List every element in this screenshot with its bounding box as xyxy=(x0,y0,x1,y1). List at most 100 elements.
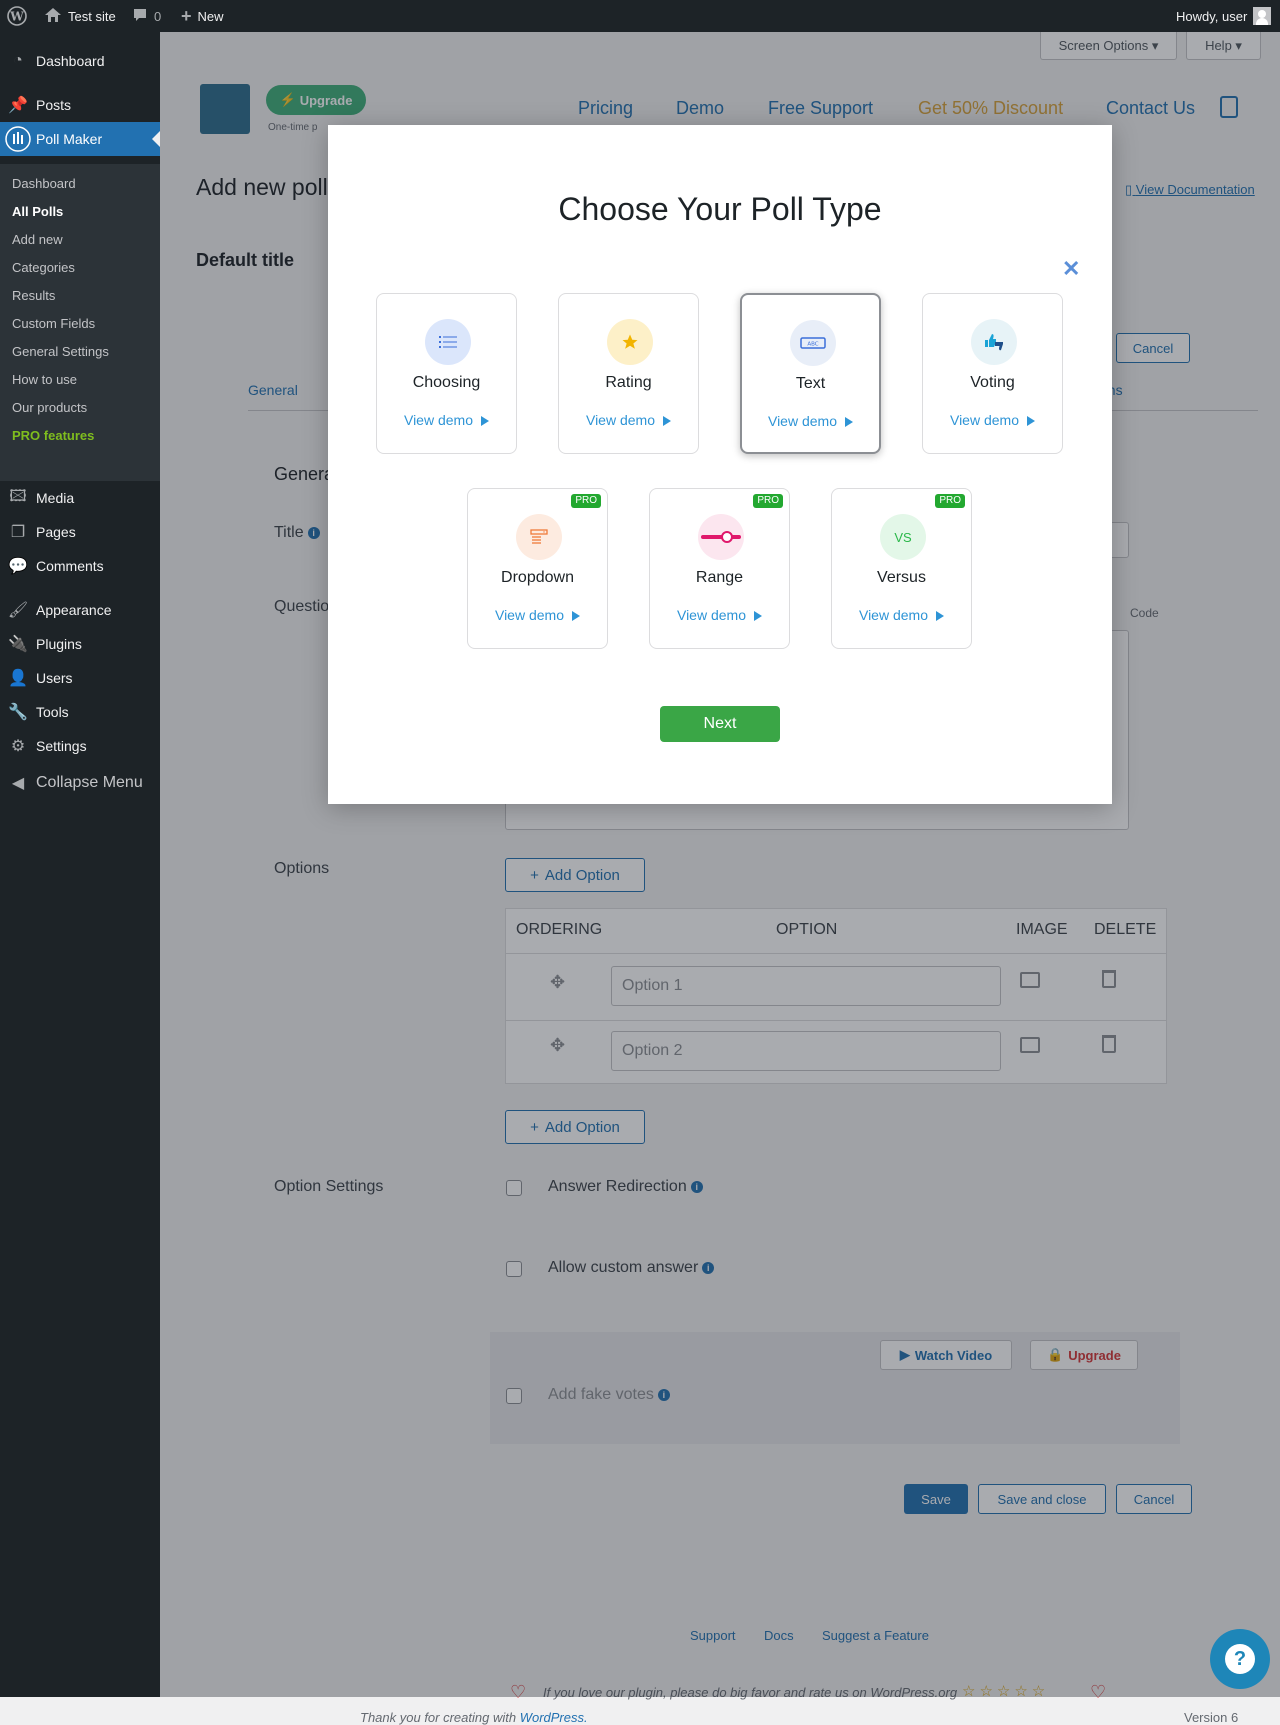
svg-text:W: W xyxy=(9,10,24,24)
footer-thanks-text: Thank you for creating with xyxy=(360,1710,517,1725)
poll-type-label: Versus xyxy=(877,569,926,586)
sidebar-item-label: Plugins xyxy=(36,636,82,652)
poll-type-label: Text xyxy=(795,375,826,392)
play-icon xyxy=(663,416,671,427)
view-demo-link[interactable]: View demo xyxy=(923,412,1062,428)
new-label: New xyxy=(197,8,224,24)
poll-type-card-versus[interactable]: PRO VS Versus View demo xyxy=(831,488,972,649)
view-demo-link[interactable]: View demo xyxy=(650,607,789,623)
collapse-icon: ◀ xyxy=(11,775,25,792)
sidebar-item-dashboard[interactable]: ◔ Dashboard xyxy=(0,44,160,78)
help-chat-button[interactable]: ? xyxy=(1210,1629,1270,1689)
sidebar-item-poll-maker[interactable]: Poll Maker xyxy=(0,122,160,156)
users-icon: 👤 xyxy=(8,670,28,687)
submenu-general-settings[interactable]: General Settings xyxy=(12,344,109,359)
my-account-link[interactable]: Howdy, user xyxy=(1176,0,1272,32)
submenu-add-new[interactable]: Add new xyxy=(12,232,63,247)
sidebar-item-comments[interactable]: 💬 Comments xyxy=(0,549,160,583)
thumbs-icon xyxy=(971,319,1017,365)
play-icon xyxy=(1027,416,1035,427)
submenu-results[interactable]: Results xyxy=(12,288,55,303)
poll-maker-icon xyxy=(0,126,36,152)
settings-icon: ⚙ xyxy=(10,738,26,755)
list-icon xyxy=(425,319,471,365)
submenu-dashboard[interactable]: Dashboard xyxy=(12,176,76,191)
submenu-our-products[interactable]: Our products xyxy=(12,400,87,415)
pin-icon: 📌 xyxy=(8,97,28,114)
sidebar-item-tools[interactable]: 🔧 Tools xyxy=(0,695,160,729)
submenu-all-polls[interactable]: All Polls xyxy=(12,204,63,219)
poll-type-label: Rating xyxy=(605,374,652,391)
sidebar-background xyxy=(0,777,160,1697)
view-demo-label: View demo xyxy=(676,607,746,623)
comments-link[interactable]: 0 xyxy=(132,0,161,32)
poll-type-label: Range xyxy=(695,569,744,586)
view-demo-label: View demo xyxy=(494,607,564,623)
pro-badge: PRO xyxy=(935,494,965,508)
sidebar-item-label: Dashboard xyxy=(36,53,105,69)
sidebar-item-label: Comments xyxy=(36,558,104,574)
pages-icon: ❐ xyxy=(10,524,26,541)
submenu-how-to-use[interactable]: How to use xyxy=(12,372,77,387)
sidebar-collapse-menu[interactable]: ◀ Collapse Menu xyxy=(0,766,160,800)
sidebar-item-label: Poll Maker xyxy=(36,131,103,147)
sidebar-item-appearance[interactable]: 🖌 Appearance xyxy=(0,593,160,627)
next-button[interactable]: Next xyxy=(660,706,780,742)
sidebar-item-label: Appearance xyxy=(36,602,112,618)
sidebar-item-pages[interactable]: ❐ Pages xyxy=(0,515,160,549)
view-demo-label: View demo xyxy=(403,412,473,428)
view-demo-link[interactable]: View demo xyxy=(559,412,698,428)
poll-type-card-range[interactable]: PRO Range View demo xyxy=(649,488,790,649)
submenu-custom-fields[interactable]: Custom Fields xyxy=(12,316,95,331)
modal-title: Choose Your Poll Type xyxy=(558,191,882,227)
dropdown-icon xyxy=(516,514,562,560)
view-demo-link[interactable]: View demo xyxy=(742,413,879,429)
view-demo-link[interactable]: View demo xyxy=(377,412,516,428)
poll-type-card-dropdown[interactable]: PRO Dropdown View demo xyxy=(467,488,608,649)
sidebar-item-settings[interactable]: ⚙ Settings xyxy=(0,729,160,763)
howdy-text: Howdy, user xyxy=(1176,8,1248,24)
poll-type-label: Choosing xyxy=(412,374,481,391)
poll-type-label: Dropdown xyxy=(501,569,574,586)
sidebar-item-posts[interactable]: 📌 Posts xyxy=(0,88,160,122)
poll-type-card-choosing[interactable]: Choosing View demo xyxy=(376,293,517,454)
view-demo-label: View demo xyxy=(585,412,655,428)
comment-bubble-icon xyxy=(132,7,148,26)
text-input-icon: ABC xyxy=(790,320,836,366)
wordpress-logo-icon[interactable]: W xyxy=(7,0,27,32)
sidebar-item-label: Tools xyxy=(36,704,69,720)
poll-type-card-text[interactable]: ABC Text View demo xyxy=(740,293,881,454)
sidebar-item-users[interactable]: 👤 Users xyxy=(0,661,160,695)
submenu-pro-features[interactable]: PRO features xyxy=(12,428,94,443)
view-demo-link[interactable]: View demo xyxy=(468,607,607,623)
footer-thanks: Thank you for creating with WordPress. xyxy=(360,1710,588,1725)
plugins-icon: 🔌 xyxy=(8,636,28,653)
poll-type-card-voting[interactable]: Voting View demo xyxy=(922,293,1063,454)
site-name-link[interactable]: Test site xyxy=(44,0,116,32)
poll-type-card-rating[interactable]: Rating View demo xyxy=(558,293,699,454)
media-icon: 🖾 xyxy=(9,487,27,505)
admin-bar: W Test site 0 + New Howdy, user xyxy=(0,0,1280,32)
submenu-categories[interactable]: Categories xyxy=(12,260,75,275)
brush-icon: 🖌 xyxy=(7,602,29,619)
play-icon xyxy=(845,417,853,428)
home-icon xyxy=(44,7,62,26)
sidebar-item-plugins[interactable]: 🔌 Plugins xyxy=(0,627,160,661)
sidebar-item-media[interactable]: 🖾 Media xyxy=(0,481,160,515)
question-mark-icon: ? xyxy=(1225,1644,1255,1674)
dashboard-icon: ◔ xyxy=(13,52,23,69)
pro-badge: PRO xyxy=(571,494,601,508)
view-demo-label: View demo xyxy=(858,607,928,623)
footer-wordpress-link[interactable]: WordPress. xyxy=(520,1710,588,1725)
play-icon xyxy=(481,416,489,427)
sidebar-item-label: Posts xyxy=(36,97,72,113)
play-icon xyxy=(572,611,580,622)
poll-maker-submenu: Dashboard All Polls Add new Categories R… xyxy=(0,164,160,481)
star-icon xyxy=(607,319,653,365)
close-icon[interactable]: ✕ xyxy=(1062,258,1080,280)
new-content-link[interactable]: + New xyxy=(181,0,224,32)
slider-icon xyxy=(698,514,744,560)
view-demo-link[interactable]: View demo xyxy=(832,607,971,623)
sidebar-item-label: Users xyxy=(36,670,73,686)
sidebar-item-label: Settings xyxy=(36,738,87,754)
